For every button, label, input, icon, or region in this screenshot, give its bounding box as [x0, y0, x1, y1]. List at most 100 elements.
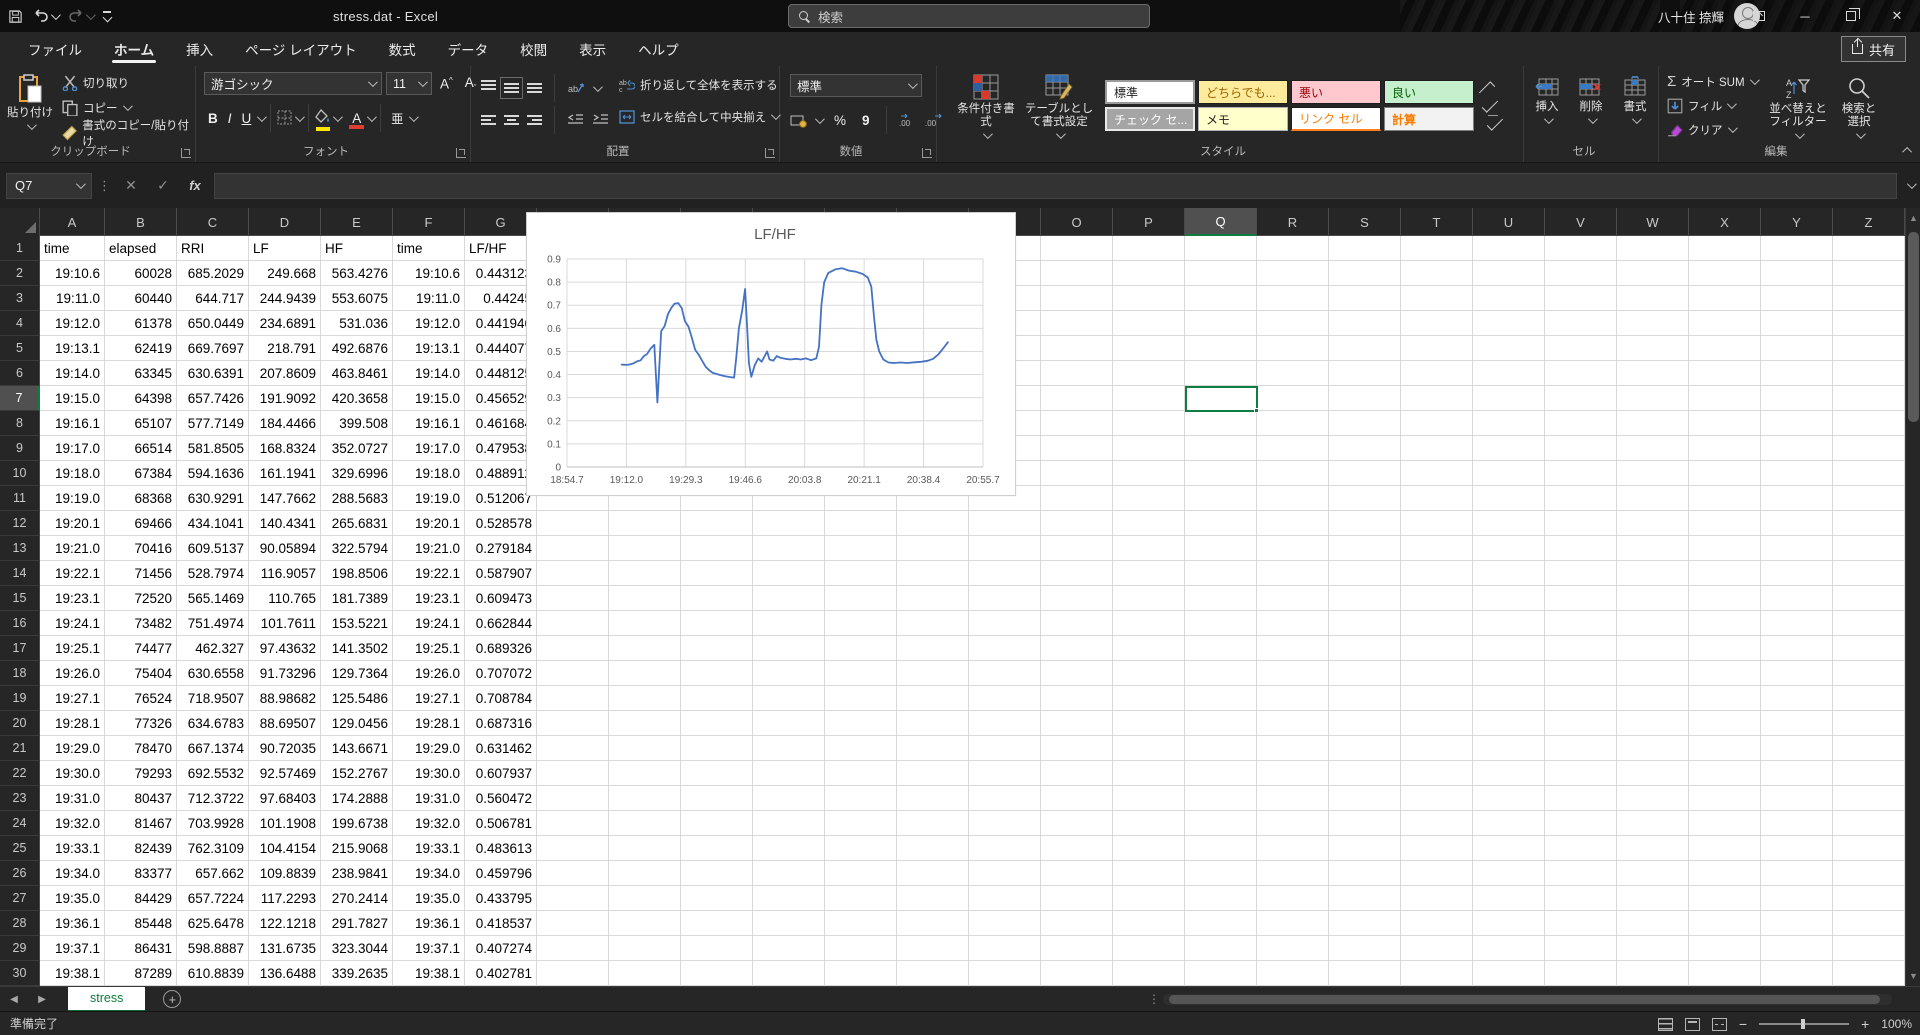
cell-E14[interactable]: 198.8506 — [321, 561, 393, 586]
ribbon-display-options-button[interactable] — [1736, 0, 1782, 32]
cell-T21[interactable] — [1401, 736, 1473, 761]
cell-F7[interactable]: 19:15.0 — [393, 386, 465, 411]
cell-N26[interactable] — [969, 861, 1041, 886]
cell-O24[interactable] — [1041, 811, 1113, 836]
cell-R15[interactable] — [1257, 586, 1329, 611]
ribbon-tab-ページ レイアウト[interactable]: ページ レイアウト — [231, 32, 370, 66]
cell-D23[interactable]: 97.68403 — [249, 786, 321, 811]
cell-Z24[interactable] — [1833, 811, 1905, 836]
font-color-button[interactable]: A — [348, 111, 365, 126]
cell-Y2[interactable] — [1761, 261, 1833, 286]
cell-Q15[interactable] — [1185, 586, 1257, 611]
cell-A13[interactable]: 19:21.0 — [40, 536, 105, 561]
cell-S5[interactable] — [1329, 336, 1401, 361]
cell-J21[interactable] — [681, 736, 753, 761]
cell-Z23[interactable] — [1833, 786, 1905, 811]
cell-Q23[interactable] — [1185, 786, 1257, 811]
cell-Q22[interactable] — [1185, 761, 1257, 786]
cell-T28[interactable] — [1401, 911, 1473, 936]
cell-H16[interactable] — [537, 611, 609, 636]
cell-A8[interactable]: 19:16.1 — [40, 411, 105, 436]
cell-I18[interactable] — [609, 661, 681, 686]
row-header-12[interactable]: 12 — [0, 511, 40, 536]
cell-E24[interactable]: 199.6738 — [321, 811, 393, 836]
cell-J19[interactable] — [681, 686, 753, 711]
cell-J14[interactable] — [681, 561, 753, 586]
cell-N27[interactable] — [969, 886, 1041, 911]
cell-A14[interactable]: 19:22.1 — [40, 561, 105, 586]
cell-R22[interactable] — [1257, 761, 1329, 786]
cell-W5[interactable] — [1617, 336, 1689, 361]
cell-E7[interactable]: 420.3658 — [321, 386, 393, 411]
cell-G28[interactable]: 0.418537 — [465, 911, 537, 936]
cell-P17[interactable] — [1113, 636, 1185, 661]
phonetic-button[interactable]: 亜 — [387, 110, 407, 127]
merge-center-button[interactable]: セルを結合して中央揃え — [619, 106, 778, 127]
page-layout-view-button[interactable] — [1685, 1018, 1700, 1031]
cell-B17[interactable]: 74477 — [105, 636, 177, 661]
cell-F26[interactable]: 19:34.0 — [393, 861, 465, 886]
autosum-button[interactable]: Σ オート SUM — [1667, 71, 1757, 92]
row-header-13[interactable]: 13 — [0, 536, 40, 561]
format-as-table-button[interactable]: テーブルとして書式設定 — [1021, 68, 1097, 139]
cell-D18[interactable]: 91.73296 — [249, 661, 321, 686]
cell-A18[interactable]: 19:26.0 — [40, 661, 105, 686]
cell-P10[interactable] — [1113, 461, 1185, 486]
cell-O7[interactable] — [1041, 386, 1113, 411]
cell-W24[interactable] — [1617, 811, 1689, 836]
cell-C10[interactable]: 594.1636 — [177, 461, 249, 486]
column-header-Y[interactable]: Y — [1761, 208, 1833, 236]
cell-U20[interactable] — [1473, 711, 1545, 736]
paste-button[interactable]: 貼り付け — [4, 68, 56, 130]
name-box[interactable]: Q7 — [6, 173, 92, 199]
cell-Y20[interactable] — [1761, 711, 1833, 736]
cell-E6[interactable]: 463.8461 — [321, 361, 393, 386]
cell-D25[interactable]: 104.4154 — [249, 836, 321, 861]
cell-Z14[interactable] — [1833, 561, 1905, 586]
cell-O28[interactable] — [1041, 911, 1113, 936]
cell-Q25[interactable] — [1185, 836, 1257, 861]
row-header-25[interactable]: 25 — [0, 836, 40, 861]
cell-G13[interactable]: 0.279184 — [465, 536, 537, 561]
cell-R9[interactable] — [1257, 436, 1329, 461]
scroll-up-icon[interactable]: ▲ — [1906, 210, 1920, 226]
cell-Z3[interactable] — [1833, 286, 1905, 311]
cell-S23[interactable] — [1329, 786, 1401, 811]
cell-E22[interactable]: 152.2767 — [321, 761, 393, 786]
cell-O15[interactable] — [1041, 586, 1113, 611]
wrap-text-button[interactable]: abc 折り返して全体を表示する — [619, 74, 778, 95]
cell-L21[interactable] — [825, 736, 897, 761]
cell-X26[interactable] — [1689, 861, 1761, 886]
cell-N29[interactable] — [969, 936, 1041, 961]
cell-J13[interactable] — [681, 536, 753, 561]
cell-Q18[interactable] — [1185, 661, 1257, 686]
cell-B25[interactable]: 82439 — [105, 836, 177, 861]
cell-H25[interactable] — [537, 836, 609, 861]
cell-R27[interactable] — [1257, 886, 1329, 911]
cell-A26[interactable]: 19:34.0 — [40, 861, 105, 886]
cell-X7[interactable] — [1689, 386, 1761, 411]
cell-O18[interactable] — [1041, 661, 1113, 686]
cell-T25[interactable] — [1401, 836, 1473, 861]
cell-S1[interactable] — [1329, 236, 1401, 261]
cell-Q6[interactable] — [1185, 361, 1257, 386]
cell-P25[interactable] — [1113, 836, 1185, 861]
cell-T18[interactable] — [1401, 661, 1473, 686]
cell-U7[interactable] — [1473, 386, 1545, 411]
cell-H14[interactable] — [537, 561, 609, 586]
cell-J17[interactable] — [681, 636, 753, 661]
cell-C28[interactable]: 625.6478 — [177, 911, 249, 936]
cell-D2[interactable]: 249.668 — [249, 261, 321, 286]
cell-X5[interactable] — [1689, 336, 1761, 361]
column-header-C[interactable]: C — [177, 208, 249, 236]
row-header-11[interactable]: 11 — [0, 486, 40, 511]
cell-W8[interactable] — [1617, 411, 1689, 436]
cell-W23[interactable] — [1617, 786, 1689, 811]
zoom-slider[interactable] — [1759, 1023, 1849, 1025]
cell-N23[interactable] — [969, 786, 1041, 811]
cell-C15[interactable]: 565.1469 — [177, 586, 249, 611]
cell-S18[interactable] — [1329, 661, 1401, 686]
ribbon-tab-校閲[interactable]: 校閲 — [506, 32, 561, 66]
cell-Q21[interactable] — [1185, 736, 1257, 761]
cell-F9[interactable]: 19:17.0 — [393, 436, 465, 461]
